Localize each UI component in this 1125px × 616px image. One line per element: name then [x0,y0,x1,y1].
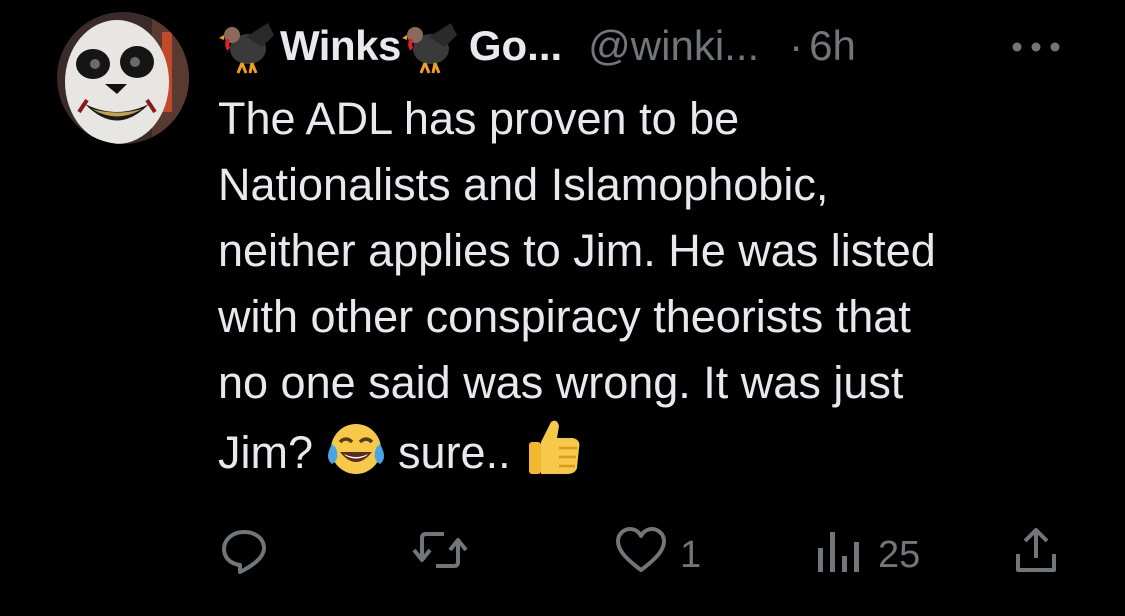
post-header: Winks Go... @winki... · 6h [218,14,856,78]
post-timestamp[interactable]: 6h [809,22,856,70]
like-button[interactable]: 1 [612,520,701,590]
post-text-segment: Jim? [218,427,314,478]
separator-dot: · [789,22,804,69]
post-text-last-line: Jim? sure.. [218,416,1098,496]
action-bar: 1 25 [0,520,1125,590]
like-count: 1 [680,533,702,576]
display-name[interactable]: Winks [280,22,401,70]
post-text-line: with other conspiracy theorists that [218,291,911,342]
post-text-line: Nationalists and Islamophobic, [218,159,829,210]
turkey-emoji [401,15,463,77]
post-text-line: neither applies to Jim. He was listed [218,225,936,276]
turkey-emoji [218,15,280,77]
views-count: 25 [878,533,921,576]
display-name-suffix[interactable]: Go... [469,22,562,70]
thumbs-up-emoji [523,416,583,496]
post-text-line: The ADL has proven to be [218,93,740,144]
post-text-segment: sure.. [398,427,511,478]
tears-of-joy-emoji [326,420,386,496]
reply-button[interactable] [216,520,282,590]
analytics-icon [810,522,868,588]
user-handle[interactable]: @winki... [588,22,759,70]
share-button[interactable] [1008,520,1064,590]
heart-icon [612,522,670,588]
repost-icon [410,522,470,588]
tweet[interactable]: Winks Go... @winki... · 6h The ADL has p… [0,0,1125,616]
avatar[interactable] [57,12,189,144]
views-button[interactable]: 25 [810,520,920,590]
more-options-icon[interactable] [1006,32,1066,62]
repost-button[interactable] [410,520,480,590]
post-text-line: no one said was wrong. It was just [218,357,904,408]
post-text: The ADL has proven to be Nationalists an… [218,86,1098,496]
share-icon [1008,522,1064,588]
reply-icon [216,522,272,588]
